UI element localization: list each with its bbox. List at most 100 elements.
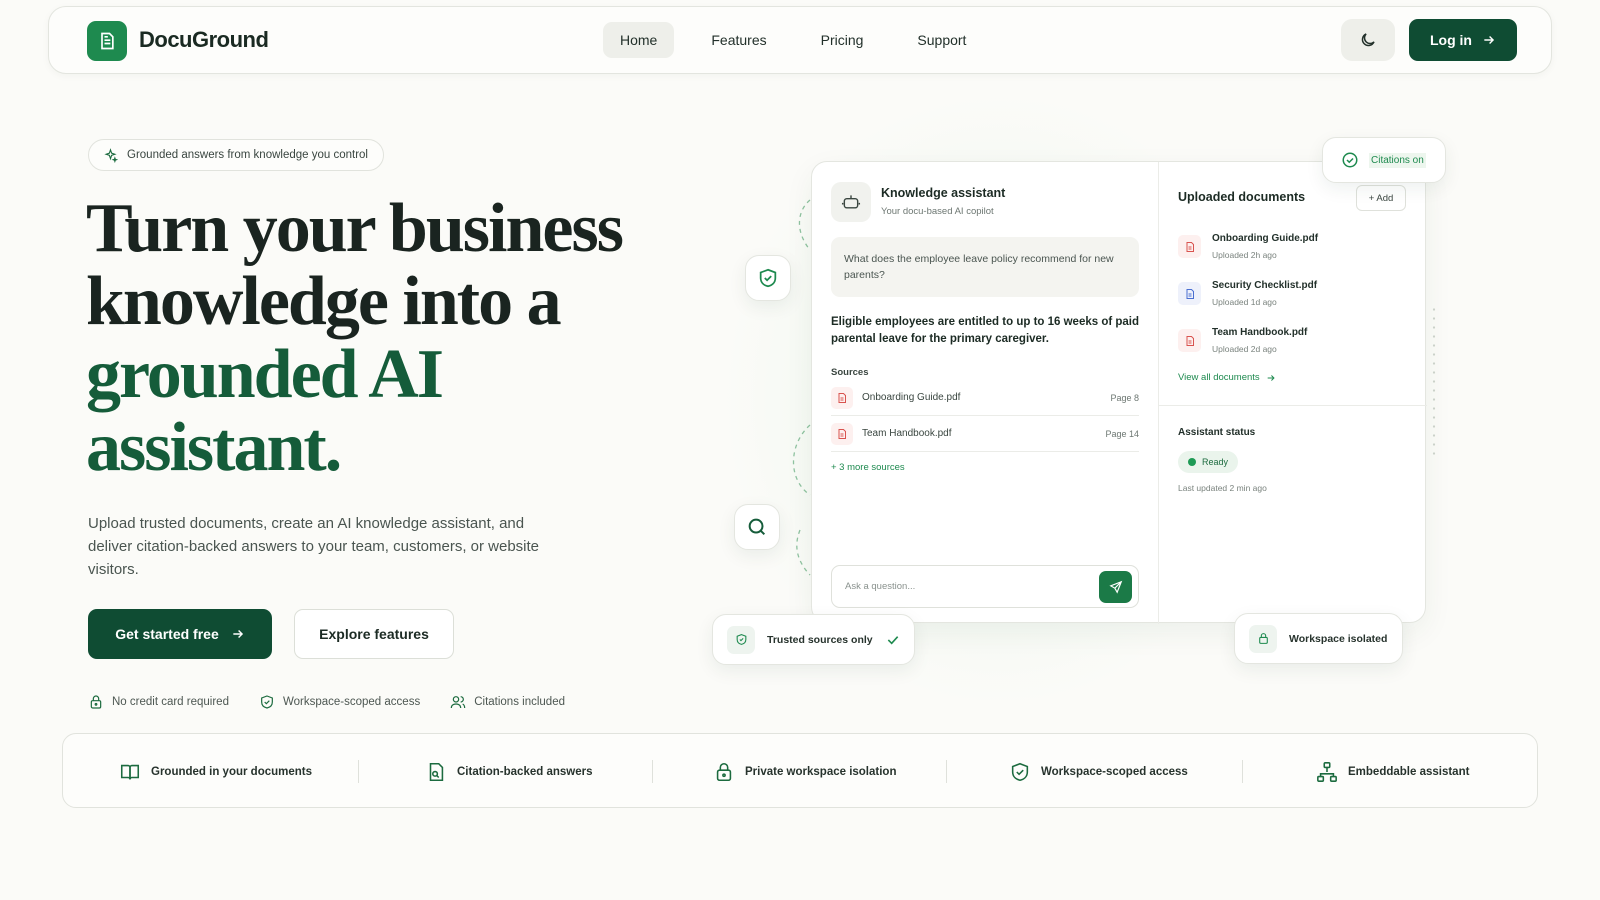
moon-icon	[1361, 33, 1375, 47]
add-document-button[interactable]: + Add	[1356, 185, 1406, 211]
trusted-sources-text: Trusted sources only	[767, 633, 873, 646]
doc-file-icon	[1178, 282, 1201, 305]
document-time: Uploaded 2d ago	[1212, 344, 1277, 354]
login-button[interactable]: Log in	[1409, 19, 1517, 61]
sparkle-icon	[104, 147, 118, 163]
search-icon	[748, 518, 766, 536]
explore-features-button[interactable]: Explore features	[294, 609, 454, 659]
card-divider	[1158, 162, 1159, 624]
feature-label: Grounded in your documents	[151, 765, 313, 778]
feature-item: Grounded in your documents	[119, 734, 312, 809]
send-button[interactable]	[1099, 571, 1132, 603]
arrow-right-icon	[233, 630, 243, 638]
ask-question-input[interactable]: Ask a question...	[831, 565, 1139, 608]
assistant-answer: Eligible employees are entitled to up to…	[831, 316, 1140, 345]
strip-divider	[358, 760, 359, 783]
trust-item: Workspace-scoped access	[259, 694, 420, 710]
trust-text: No credit card required	[112, 696, 229, 708]
dotted-decor	[1432, 305, 1436, 460]
get-started-label: Get started free	[115, 626, 219, 642]
feature-label: Embeddable assistant	[1348, 765, 1470, 778]
shield-check-icon	[759, 268, 777, 288]
sources-label: Sources	[831, 367, 869, 378]
hero-title-accent1: grounded AI	[86, 336, 444, 413]
assistant-preview-card: Knowledge assistant Your docu-based AI c…	[811, 161, 1427, 624]
hero-pill: Grounded answers from knowledge you cont…	[88, 139, 384, 171]
hero-title-line1: Turn your business	[86, 190, 624, 267]
feature-item: Embeddable assistant	[1316, 734, 1469, 809]
nav-pricing[interactable]: Pricing	[804, 22, 881, 58]
trusted-sources-badge: Trusted sources only	[712, 614, 915, 665]
shield-check-icon	[261, 695, 273, 709]
source-name: Onboarding Guide.pdf	[862, 392, 961, 403]
pdf-file-icon	[831, 386, 853, 409]
feature-label: Citation-backed answers	[457, 765, 593, 778]
hero-title-line2: knowledge into a	[86, 263, 562, 340]
document-time: Uploaded 1d ago	[1212, 297, 1277, 307]
workspace-isolated-text: Workspace isolated	[1289, 632, 1388, 645]
hero-title-accent2: assistant.	[86, 409, 342, 486]
feature-label: Private workspace isolation	[745, 765, 897, 778]
source-page: Page 14	[1105, 428, 1139, 439]
document-name: Onboarding Guide.pdf	[1212, 233, 1319, 244]
file-search-icon	[429, 762, 444, 781]
logo-icon[interactable]	[87, 21, 127, 61]
hero-title: Turn your business knowledge into a grou…	[86, 192, 706, 484]
arrow-right-icon	[1484, 36, 1495, 44]
hero-pill-text: Grounded answers from knowledge you cont…	[127, 149, 368, 161]
feature-item: Workspace-scoped access	[1009, 734, 1188, 809]
feature-item: Citation-backed answers	[425, 734, 592, 809]
trust-row: No credit card required Workspace-scoped…	[88, 694, 565, 710]
workspace-isolated-badge: Workspace isolated	[1234, 613, 1403, 664]
status-dot	[1188, 458, 1196, 466]
bot-icon	[831, 182, 871, 222]
check-circle-icon	[1342, 152, 1358, 168]
source-row[interactable]: Team Handbook.pdf Page 14	[831, 416, 1139, 452]
lock-icon	[1249, 624, 1277, 653]
get-started-button[interactable]: Get started free	[88, 609, 272, 659]
source-row[interactable]: Onboarding Guide.pdf Page 8	[831, 380, 1139, 416]
status-badge: Ready	[1178, 451, 1239, 473]
view-all-documents-link[interactable]: View all documents	[1178, 372, 1276, 383]
brand-name[interactable]: DocuGround	[139, 27, 269, 53]
document-name: Security Checklist.pdf	[1212, 280, 1318, 291]
source-name: Team Handbook.pdf	[862, 428, 952, 439]
assistant-status-title: Assistant status	[1178, 427, 1256, 438]
nav-features[interactable]: Features	[694, 22, 783, 58]
document-name: Team Handbook.pdf	[1212, 327, 1308, 338]
view-all-label: View all documents	[1178, 372, 1260, 383]
source-page: Page 8	[1110, 392, 1139, 403]
strip-divider	[946, 760, 947, 783]
check-icon	[887, 635, 898, 644]
network-icon	[1317, 761, 1337, 782]
shield-icon	[727, 625, 755, 654]
top-navigation: DocuGround Home Features Pricing Support…	[48, 6, 1552, 74]
nav-support[interactable]: Support	[900, 22, 983, 58]
strip-divider	[652, 760, 653, 783]
feature-label: Workspace-scoped access	[1041, 765, 1188, 778]
search-badge	[734, 504, 780, 550]
pdf-file-icon	[831, 422, 853, 445]
pdf-file-icon	[1178, 235, 1201, 258]
ask-input-placeholder: Ask a question...	[845, 581, 916, 592]
hero-description: Upload trusted documents, create an AI k…	[88, 515, 540, 578]
trust-item: No credit card required	[88, 694, 229, 710]
user-question-bubble: What does the employee leave policy reco…	[831, 237, 1139, 297]
citations-on-text: Citations on	[1369, 152, 1426, 168]
shield-badge	[745, 255, 791, 301]
nav-home[interactable]: Home	[603, 22, 675, 58]
shield-check-icon	[1011, 762, 1029, 781]
trust-text: Workspace-scoped access	[282, 696, 421, 708]
theme-toggle-button[interactable]	[1341, 19, 1395, 61]
last-updated-text: Last updated 2 min ago	[1178, 483, 1267, 493]
status-text: Ready	[1202, 457, 1229, 467]
lock-icon	[90, 695, 102, 709]
assistant-subtitle: Your docu-based AI copilot	[881, 206, 994, 217]
more-sources-link[interactable]: + 3 more sources	[831, 462, 905, 473]
trust-text: Citations included	[474, 696, 565, 708]
assistant-title: Knowledge assistant	[881, 186, 1006, 200]
citations-on-badge: Citations on	[1322, 137, 1446, 183]
feature-strip: Grounded in your documents Citation-back…	[62, 733, 1538, 808]
nav-links: Home Features Pricing Support	[603, 22, 995, 58]
section-divider	[1159, 405, 1427, 406]
